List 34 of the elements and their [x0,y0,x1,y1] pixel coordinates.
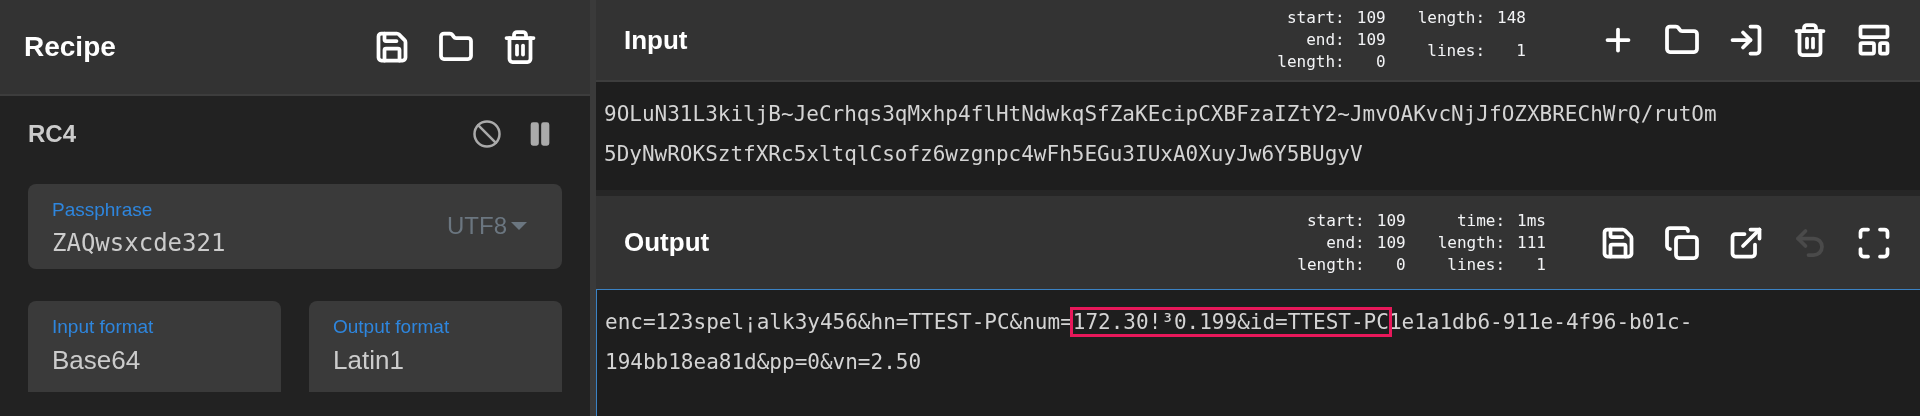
stat-label: end: [1325,231,1365,254]
input-text-line: 9OLuN31L3kiljB~JeCrhqs3qMxhp4flHtNdwkqSfZaKEcipCXBFzaIZtY2~JmvOAKvcNjJfOZXBREChWrQ/rutOm [604,101,1718,128]
operation-title: RC4 [28,119,77,149]
stat-label: start: [1305,209,1365,232]
stat-value: 1ms [1517,209,1546,232]
stat-value: 109 [1376,209,1406,232]
panel-title: Recipe [24,30,117,64]
stat-value: 109 [1356,29,1386,51]
stat-label: time: [1455,209,1506,232]
stat-value: 0 [1375,51,1386,73]
stat-label: length: [1297,253,1365,276]
stat-label: lines: [1446,253,1506,276]
stat-label: length: [1277,51,1345,73]
stat-label: length: [1417,7,1486,29]
caret-icon [511,222,527,231]
output-text: enc=123spel¡alk3y456&hn=TTEST-PC&num=172.30!³0.199&id=TTEST-PC1e1a1db6-911e-4f96-b01c-194bb18ea81d&pp=0&vn=2.50 [605,302,1693,382]
passphrase-field[interactable]: Passphrase ZAQwsxcde321 [28,184,412,269]
stat-value: 0 [1395,253,1406,276]
stat-value: 148 [1497,7,1526,29]
stat-label: start: [1285,7,1345,29]
format-field[interactable]: Input format Base64 [28,300,281,392]
format-field[interactable]: Output format Latin1 [309,300,562,392]
input-text-line: 5DyNwROKSztfXRc5xltqlCsofz6wzgnpc4wFh5EGu3IUxA0XuyJw6Y5BUgyV [604,141,1364,168]
stat-value: 109 [1356,7,1386,29]
stat-label: lines: [1426,40,1486,62]
panel-title: Output [624,226,711,259]
disable-icon[interactable] [472,119,502,149]
stat-value: 1 [1535,253,1546,276]
stat-label: length: [1437,231,1506,254]
panel-title: Input [624,23,689,57]
stat-value: 1 [1515,40,1526,62]
stat-value: 109 [1376,231,1406,254]
stat-value: 111 [1517,231,1546,254]
stat-label: end: [1305,29,1345,51]
